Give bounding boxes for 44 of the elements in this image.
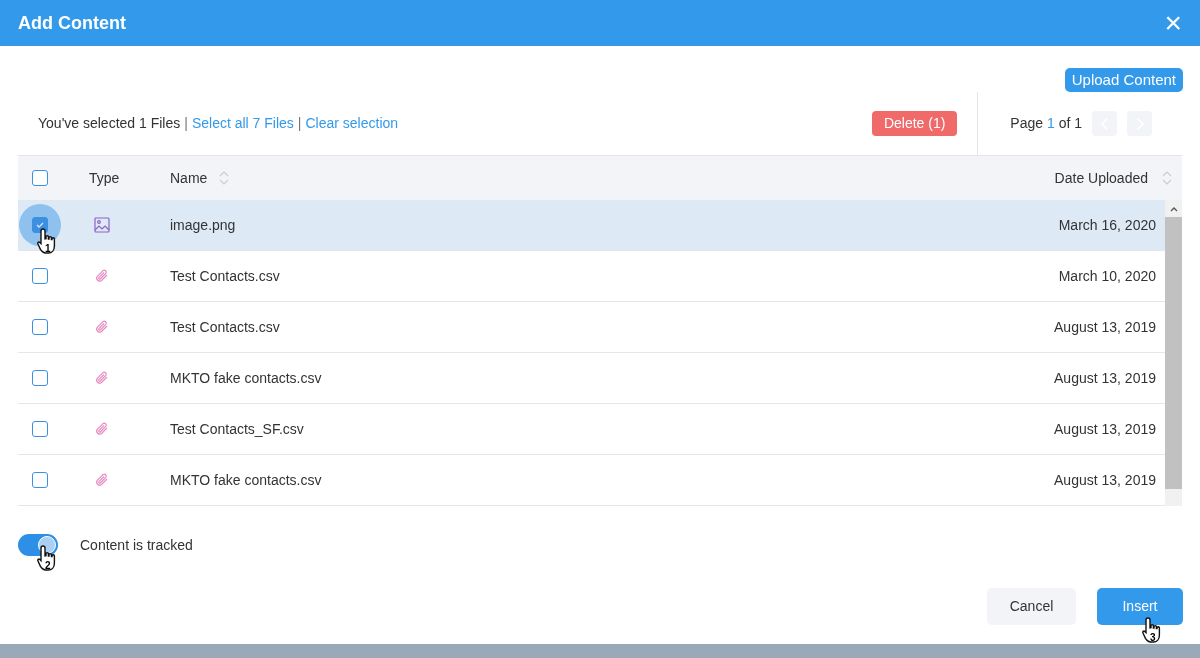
paperclip-icon (94, 268, 110, 284)
column-header: Type (89, 169, 120, 186)
selection-summary: You've selected 1 Files (38, 114, 181, 133)
paperclip-icon (94, 421, 110, 437)
scroll-up-icon[interactable] (1169, 205, 1178, 212)
column-header[interactable]: Date Uploaded (1054, 167, 1148, 189)
paperclip-icon (94, 370, 110, 386)
step-number: 3 (1150, 631, 1156, 645)
page-indicator: Page 1 of 1 (1010, 114, 1082, 133)
image-icon (94, 217, 110, 233)
paperclip-icon (94, 319, 110, 335)
upload-date: August 13, 2019 (1054, 317, 1157, 337)
checkbox[interactable] (32, 268, 48, 284)
file-name: Test Contacts.csv (170, 317, 281, 337)
hand-cursor-icon (1141, 616, 1163, 644)
checkbox[interactable] (32, 217, 48, 233)
hand-cursor-icon (36, 227, 58, 255)
checkbox[interactable] (32, 472, 48, 488)
file-name: MKTO fake contacts.csv (170, 470, 323, 490)
checkbox[interactable] (32, 421, 48, 437)
separator: | (297, 114, 302, 133)
file-row[interactable]: 1 image.png March 16, 2020 (18, 200, 1165, 251)
dialog-title: Add Content (18, 11, 126, 35)
tracking-label: Content is tracked (80, 535, 193, 555)
checkbox[interactable] (32, 319, 48, 335)
upload-date: March 10, 2020 (1058, 266, 1157, 286)
checkbox[interactable] (32, 170, 48, 186)
file-name: Test Contacts.csv (170, 266, 281, 286)
upload-date: August 13, 2019 (1054, 470, 1157, 490)
step-number: 2 (45, 559, 51, 573)
file-name: Test Contacts_SF.csv (170, 419, 305, 439)
upload-date: August 13, 2019 (1054, 419, 1157, 439)
upload-date: March 16, 2020 (1058, 215, 1157, 235)
column-header[interactable]: Name (170, 167, 208, 189)
separator: | (184, 114, 188, 133)
check-icon (35, 220, 45, 230)
checkbox[interactable] (32, 370, 48, 386)
cancel-button[interactable]: Cancel (987, 588, 1076, 625)
file-name: image.png (170, 215, 237, 235)
file-name: MKTO fake contacts.csv (170, 368, 323, 388)
hand-cursor-icon (36, 544, 58, 572)
paperclip-icon (94, 472, 110, 488)
upload-date: August 13, 2019 (1054, 368, 1157, 388)
toggle-switch[interactable] (18, 534, 58, 556)
